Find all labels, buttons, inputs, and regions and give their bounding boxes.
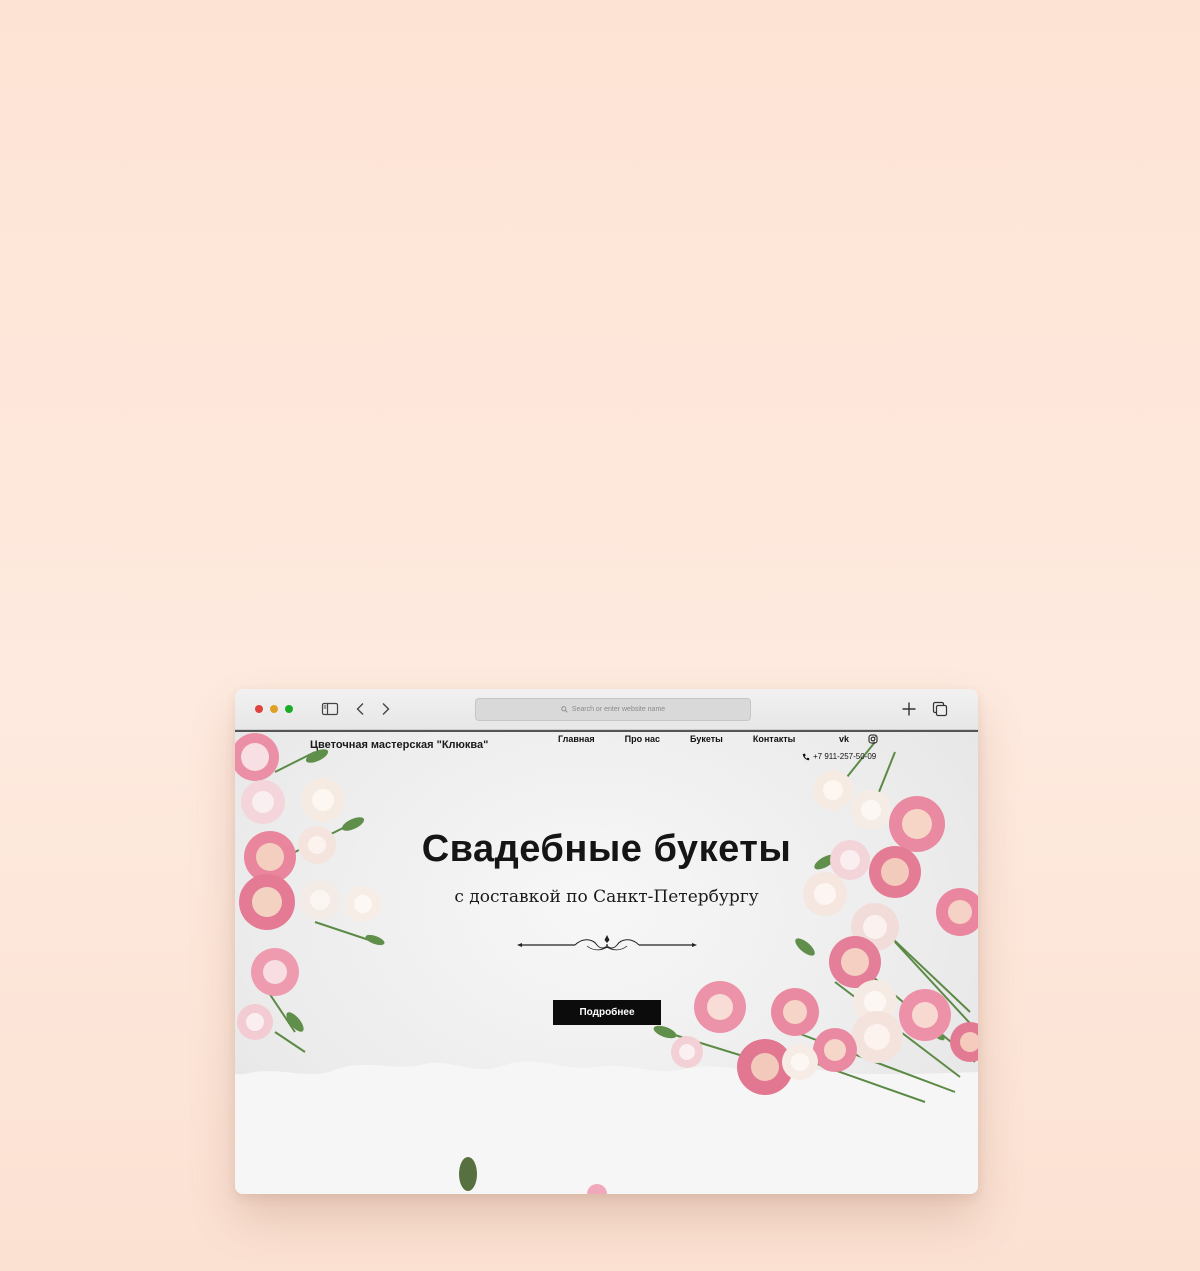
address-placeholder: Search or enter website name <box>571 706 666 713</box>
nav-link-contacts[interactable]: Контакты <box>753 734 795 744</box>
nav-link-bouquets[interactable]: Букеты <box>690 734 723 744</box>
svg-text:vk: vk <box>839 734 850 744</box>
flower-decoration <box>235 733 978 1194</box>
main-navigation: Главная Про нас Букеты Контакты <box>558 734 825 744</box>
new-tab-plus-icon[interactable] <box>900 700 918 718</box>
ornament-divider-icon <box>517 935 697 951</box>
site-brand-name[interactable]: Цветочная мастерская "Клюква" <box>310 739 488 751</box>
hero-subtitle: с доставкой по Санкт-Петербургу <box>454 887 759 907</box>
back-arrow-icon[interactable] <box>352 700 370 718</box>
landing-page: Цветочная мастерская "Клюква" Главная Пр… <box>235 732 978 1194</box>
close-window-button[interactable] <box>255 705 263 713</box>
contact-phone[interactable]: +7 911-257-50-09 <box>802 752 876 761</box>
sidebar-icon[interactable] <box>321 700 339 718</box>
vk-icon[interactable]: vk <box>839 734 851 746</box>
nav-link-home[interactable]: Главная <box>558 734 595 744</box>
tabs-overview-icon[interactable] <box>931 700 949 718</box>
instagram-icon[interactable] <box>868 734 878 746</box>
nav-link-about[interactable]: Про нас <box>625 734 660 744</box>
maximize-window-button[interactable] <box>285 705 293 713</box>
search-icon <box>561 706 568 713</box>
browser-window: Search or enter website name Цветочная м… <box>235 689 978 1194</box>
hero-title: Свадебные букеты <box>421 828 792 870</box>
browser-toolbar: Search or enter website name <box>235 689 978 732</box>
address-bar[interactable]: Search or enter website name <box>475 698 751 721</box>
phone-number: +7 911-257-50-09 <box>813 752 877 761</box>
phone-icon <box>802 753 810 760</box>
more-details-button[interactable]: Подробнее <box>553 1000 661 1025</box>
minimize-window-button[interactable] <box>270 705 278 713</box>
forward-arrow-icon[interactable] <box>376 700 394 718</box>
